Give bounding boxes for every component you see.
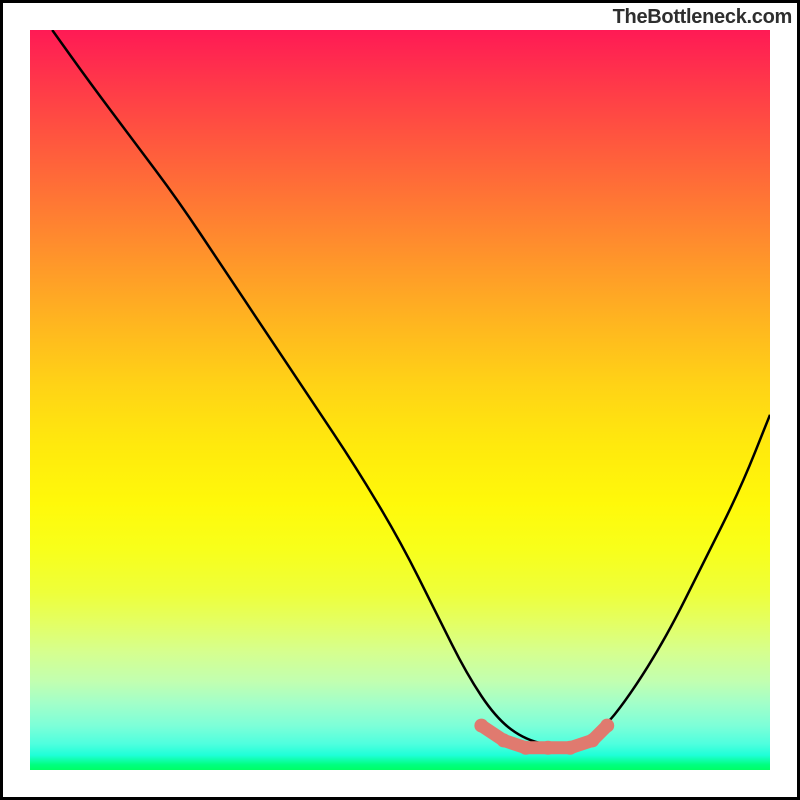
optimal-marker xyxy=(600,719,614,733)
chart-svg xyxy=(30,30,770,770)
watermark-text: TheBottleneck.com xyxy=(613,6,792,29)
frame-border-left xyxy=(0,0,3,800)
optimal-marker xyxy=(474,719,488,733)
optimal-marker xyxy=(563,741,577,755)
frame-border-top xyxy=(0,0,800,3)
optimal-marker xyxy=(541,741,555,755)
optimal-marker xyxy=(585,733,599,747)
plot-area xyxy=(30,30,770,770)
optimal-marker xyxy=(497,733,511,747)
chart-frame: TheBottleneck.com xyxy=(0,0,800,800)
optimal-marker xyxy=(519,741,533,755)
bottleneck-curve xyxy=(52,30,770,745)
optimal-zone-markers xyxy=(474,719,614,755)
